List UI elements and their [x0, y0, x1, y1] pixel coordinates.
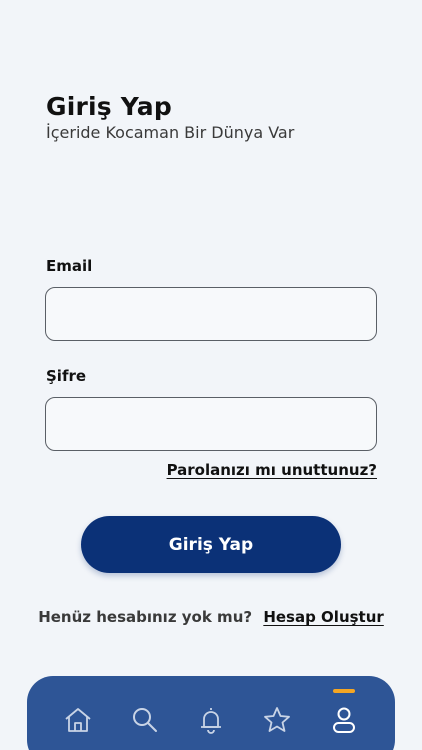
email-label: Email: [46, 257, 93, 275]
tab-notifications[interactable]: [191, 700, 231, 740]
signup-row: Henüz hesabınız yok mu? Hesap Oluştur: [0, 608, 422, 626]
page-subtitle: İçeride Kocaman Bir Dünya Var: [46, 123, 295, 142]
bottom-tab-bar: [27, 676, 395, 750]
signup-link[interactable]: Hesap Oluştur: [263, 608, 383, 626]
tab-search[interactable]: [125, 700, 165, 740]
tab-home[interactable]: [58, 700, 98, 740]
signup-prompt: Henüz hesabınız yok mu?: [38, 608, 253, 626]
login-screen: Giriş Yap İçeride Kocaman Bir Dünya Var …: [0, 0, 422, 750]
page-title: Giriş Yap: [46, 92, 172, 121]
bell-icon: [200, 708, 221, 734]
active-tab-indicator: [332, 689, 355, 693]
password-label: Şifre: [46, 367, 87, 385]
tab-profile[interactable]: [324, 689, 364, 740]
search-icon: [132, 708, 157, 732]
tab-favorites[interactable]: [257, 700, 297, 740]
profile-icon: [332, 707, 355, 733]
home-icon: [65, 708, 91, 732]
password-field[interactable]: [45, 397, 377, 451]
forgot-password-link[interactable]: Parolanızı mı unuttunuz?: [167, 461, 377, 479]
star-icon: [264, 707, 291, 732]
email-field[interactable]: [45, 287, 377, 341]
login-button[interactable]: Giriş Yap: [81, 516, 341, 573]
